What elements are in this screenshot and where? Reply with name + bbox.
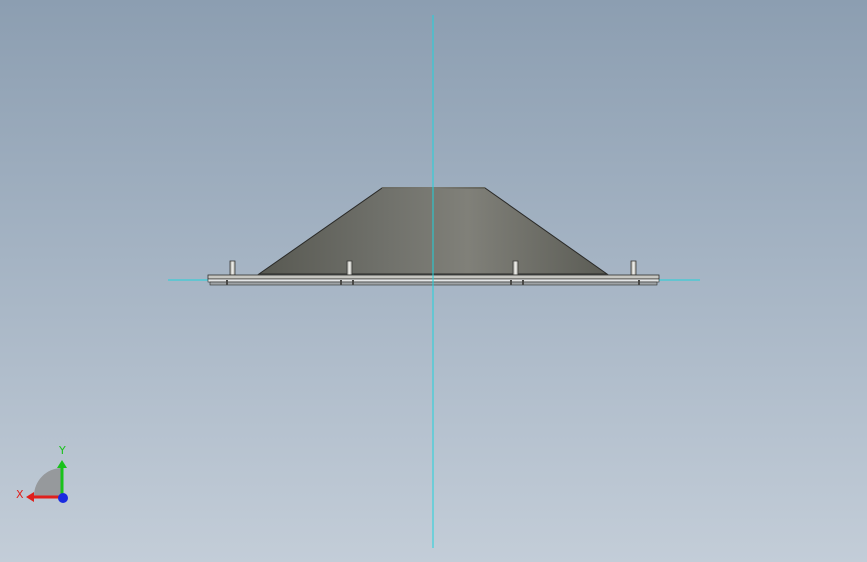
pin-left-inner[interactable]	[346, 260, 353, 276]
model-scene[interactable]	[0, 0, 867, 562]
pin-left-outer[interactable]	[229, 260, 236, 276]
triad-plane-quadrant	[34, 468, 62, 496]
pin-right-inner[interactable]	[512, 260, 519, 276]
pin-right-outer[interactable]	[630, 260, 637, 276]
x-axis-label: X	[16, 488, 24, 501]
y-axis-arrowhead-icon	[57, 460, 67, 468]
x-axis-arrowhead-icon	[26, 492, 34, 502]
graphics-viewport[interactable]: X Y	[0, 0, 867, 562]
z-axis-dot-icon	[58, 493, 68, 503]
orientation-triad: X Y	[12, 440, 74, 510]
y-axis-label: Y	[58, 444, 66, 457]
